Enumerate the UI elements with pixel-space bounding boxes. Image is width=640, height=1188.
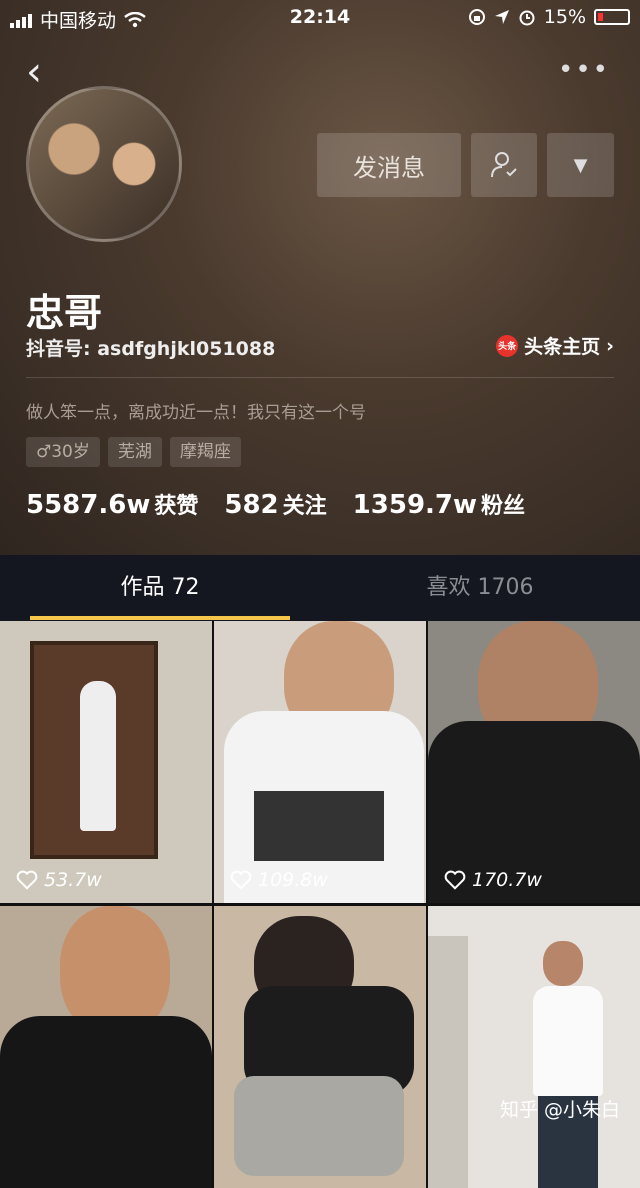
stats-row: 5587.6w 获赞 582 关注 1359.7w 粉丝 <box>26 488 525 520</box>
toutiao-link-label: 头条主页 <box>524 336 601 358</box>
avatar[interactable] <box>26 86 182 242</box>
heart-icon <box>16 870 38 890</box>
toutiao-logo-icon: 头条 <box>496 334 519 357</box>
tab-bar: 作品 72 喜欢 1706 <box>0 555 640 621</box>
alarm-icon <box>519 10 535 26</box>
toutiao-homepage-link[interactable]: 头条 头条主页 › <box>496 332 614 359</box>
profile-name: 忠哥 <box>26 291 103 335</box>
chevron-right-icon: › <box>606 334 614 357</box>
tag-list: ♂30岁 芜湖 摩羯座 <box>26 437 241 467</box>
video-thumbnail[interactable] <box>0 906 212 1188</box>
stat-followers[interactable]: 1359.7w 粉丝 <box>353 488 525 520</box>
location-icon <box>494 10 509 24</box>
stat-likes[interactable]: 5587.6w 获赞 <box>26 488 198 520</box>
heart-icon <box>230 870 252 890</box>
like-count: 53.7w <box>16 869 102 891</box>
video-thumbnail[interactable]: 109.8w <box>214 621 426 903</box>
divider <box>26 377 614 378</box>
thumbnail-figure <box>533 986 603 1096</box>
thumbnail-figure <box>80 681 116 831</box>
tag-location: 芜湖 <box>107 437 162 467</box>
douyin-id: 抖音号: asdfghjkl051088 <box>26 338 276 360</box>
video-thumbnail[interactable]: 170.7w <box>428 621 640 903</box>
user-check-icon <box>491 152 517 178</box>
video-thumbnail[interactable] <box>428 906 640 1188</box>
watermark: 知乎 @小朱白 <box>499 1099 620 1121</box>
caret-down-icon: ▼ <box>573 154 588 176</box>
tag-zodiac: 摩羯座 <box>169 437 241 467</box>
like-count: 109.8w <box>230 869 328 891</box>
tab-works[interactable]: 作品 72 <box>0 555 320 621</box>
rotation-lock-icon <box>468 9 485 25</box>
send-message-button[interactable]: 发消息 <box>317 133 461 197</box>
video-thumbnail[interactable]: 53.7w <box>0 621 212 903</box>
tag-age: ♂30岁 <box>26 437 100 467</box>
more-options-icon[interactable]: ••• <box>558 55 610 85</box>
thumbnail-figure <box>234 1076 404 1176</box>
status-bar: 中国移动 22:14 15% <box>0 0 640 36</box>
stat-following[interactable]: 582 关注 <box>224 488 326 520</box>
dropdown-button[interactable]: ▼ <box>547 133 614 197</box>
profile-header: 中国移动 22:14 15% ‹ ••• 发消息 ▼ 忠哥 抖音号: asdfg… <box>0 0 640 555</box>
battery-icon <box>594 9 630 25</box>
thumbnail-figure <box>543 941 583 986</box>
thumbnail-figure <box>254 791 384 861</box>
bio: 做人笨一点，离成功近一点！我只有这一个号 <box>26 403 366 423</box>
thumbnail-figure <box>0 1016 212 1188</box>
battery-percent: 15% <box>543 6 586 28</box>
active-tab-indicator <box>30 616 290 620</box>
tab-likes[interactable]: 喜欢 1706 <box>320 555 640 621</box>
heart-icon <box>444 870 466 890</box>
thumbnail-figure <box>428 936 468 1188</box>
back-arrow-icon[interactable]: ‹ <box>26 52 42 92</box>
video-thumbnail[interactable] <box>214 906 426 1188</box>
follow-status-button[interactable] <box>471 133 537 197</box>
like-count: 170.7w <box>444 869 542 891</box>
